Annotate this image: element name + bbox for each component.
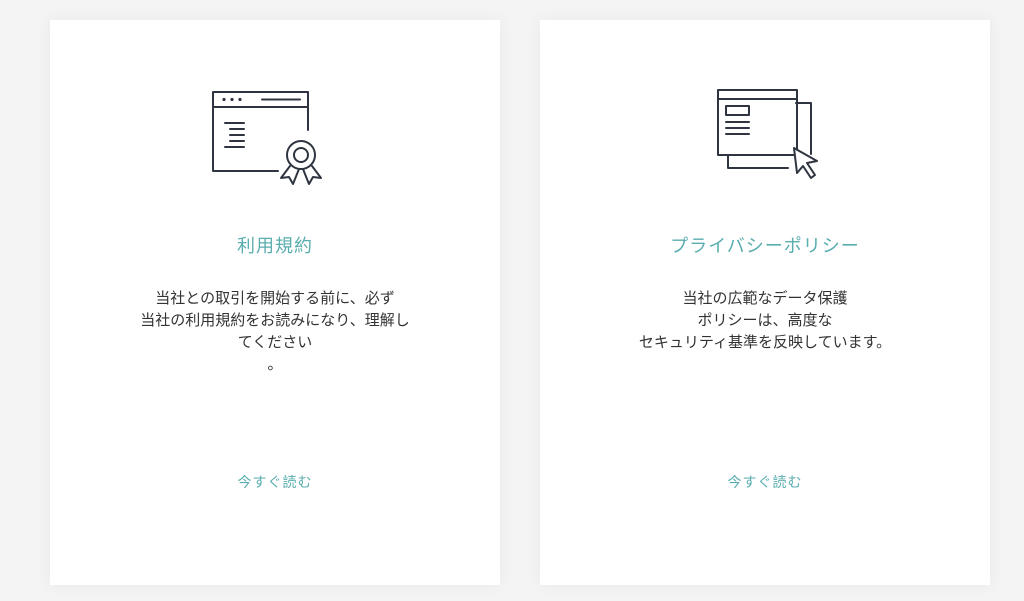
- privacy-card: プライバシーポリシー 当社の広範なデータ保護 ポリシーは、高度な セキュリティ基…: [540, 20, 990, 585]
- terms-read-now-link[interactable]: 今すぐ読む: [50, 472, 500, 492]
- privacy-read-now-link[interactable]: 今すぐ読む: [540, 472, 990, 492]
- privacy-title: プライバシーポリシー: [670, 236, 860, 257]
- page: 利用規約 当社との取引を開始する前に、必ず 当社の利用規約をお読みになり、理解し…: [0, 0, 1024, 601]
- privacy-icon-wrap: [540, 86, 990, 186]
- terms-description-line: てください: [237, 333, 313, 351]
- terms-description-line: 当社との取引を開始する前に、必ず: [155, 289, 395, 307]
- window-pointer-icon: [717, 89, 818, 179]
- privacy-description-line: ポリシーは、高度な: [697, 311, 833, 329]
- privacy-description-line: 当社の広範なデータ保護: [682, 289, 848, 307]
- terms-description-line: 当社の利用規約をお読みになり、理解し: [140, 311, 410, 329]
- terms-description: 当社との取引を開始する前に、必ず 当社の利用規約をお読みになり、理解し てくださ…: [90, 287, 460, 375]
- privacy-description: 当社の広範なデータ保護 ポリシーは、高度な セキュリティ基準を反映しています。: [580, 287, 950, 353]
- terms-card: 利用規約 当社との取引を開始する前に、必ず 当社の利用規約をお読みになり、理解し…: [50, 20, 500, 585]
- terms-title: 利用規約: [237, 236, 313, 257]
- terms-description-line: 。: [267, 355, 283, 373]
- certificate-window-icon: [212, 91, 322, 185]
- terms-icon-wrap: [50, 86, 500, 186]
- privacy-description-line: セキュリティ基準を反映しています。: [638, 333, 892, 351]
